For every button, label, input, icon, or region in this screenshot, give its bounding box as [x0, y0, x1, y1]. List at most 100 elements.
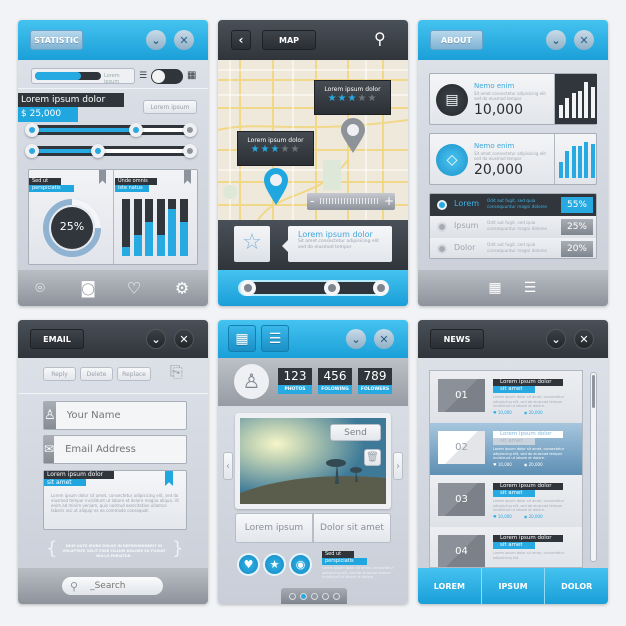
- profile-panel: ▦ ☰ ⌄ ✕ ♙ 123 PHOTOS 456 FOLOWING 789 FOLOWER…: [218, 320, 408, 604]
- close-icon[interactable]: ✕: [174, 329, 194, 349]
- slider-handle[interactable]: [25, 123, 39, 137]
- chevron-down-icon[interactable]: ⌄: [546, 30, 566, 50]
- map-callout[interactable]: Lorem ipsum dolor ★★★★★: [237, 131, 314, 166]
- tab-dolor[interactable]: DOLOR: [545, 568, 608, 604]
- option-row[interactable]: Ipsum Odit aut fugit, sed quia consequunt…: [430, 216, 596, 238]
- avatar[interactable]: ♙: [234, 364, 269, 399]
- page-dot[interactable]: [321, 592, 329, 600]
- tab-lorem[interactable]: LOREM: [418, 568, 482, 604]
- radio-button[interactable]: [437, 200, 447, 210]
- back-button[interactable]: ‹: [231, 30, 251, 50]
- slider-handle[interactable]: [183, 144, 197, 158]
- news-item[interactable]: 01 Lorem ipsum dolor sit amet Lorem ipsum d…: [430, 371, 582, 423]
- range-handle[interactable]: [240, 280, 256, 296]
- favorite-star-button[interactable]: ☆: [234, 226, 270, 262]
- scrollbar-thumb[interactable]: [592, 375, 595, 408]
- tab-ipsum[interactable]: IPSUM: [481, 568, 546, 604]
- camera-icon[interactable]: ◙: [80, 279, 96, 298]
- chevron-down-icon[interactable]: ⌄: [146, 30, 166, 50]
- email-field[interactable]: ✉: [43, 435, 191, 464]
- progress-fill: [35, 72, 82, 80]
- stat-label: FOLOWERS: [358, 385, 392, 394]
- lorem-ipsum-button[interactable]: Lorem ipsum: [235, 513, 313, 543]
- zoom-in-button[interactable]: +: [384, 193, 394, 209]
- paperclip-icon[interactable]: ⎘: [170, 362, 183, 382]
- delete-button[interactable]: Delete: [80, 367, 113, 381]
- reply-button[interactable]: Reply: [43, 367, 76, 381]
- search-icon[interactable]: ⚲: [374, 29, 386, 48]
- about-title-button[interactable]: ABOUT: [430, 30, 483, 50]
- message-title: Lorem ipsum dolor: [44, 471, 114, 479]
- range-handle[interactable]: [324, 280, 340, 296]
- name-input[interactable]: [55, 402, 192, 429]
- close-icon[interactable]: ✕: [174, 30, 194, 50]
- name-field[interactable]: ♙: [43, 401, 192, 430]
- close-icon[interactable]: ✕: [574, 30, 594, 50]
- close-icon[interactable]: ✕: [374, 329, 394, 349]
- statistic-footer: ⌾ ◙ ♡ ⚙: [18, 270, 208, 306]
- send-button[interactable]: Send: [330, 424, 381, 441]
- search-input[interactable]: [90, 581, 151, 591]
- page-dot[interactable]: [288, 592, 296, 600]
- heart-icon[interactable]: ♡: [127, 279, 141, 298]
- chevron-down-icon[interactable]: ⌄: [546, 329, 566, 349]
- eye-button[interactable]: ◉: [289, 553, 312, 576]
- grid-view-button[interactable]: ▦: [228, 325, 256, 352]
- dolor-sit-amet-button[interactable]: Dolor sit amet: [313, 513, 391, 543]
- map-pin-gray[interactable]: [340, 118, 366, 154]
- mini-bar: [571, 145, 576, 178]
- like-button[interactable]: ♥: [237, 553, 260, 576]
- search-icon: ⚲: [70, 579, 79, 593]
- list-icon[interactable]: ☰: [524, 280, 537, 296]
- news-item[interactable]: 04 Lorem ipsum dolor sit amet Lorem ipsum d…: [430, 527, 582, 567]
- lorem-ipsum-button[interactable]: Lorem ipsum: [143, 100, 197, 114]
- option-row[interactable]: Dolor Odit aut fugit, sed quia consequunt…: [430, 238, 596, 258]
- news-item[interactable]: 03 Lorem ipsum dolor sit amet Lorem ipsum d…: [430, 475, 582, 527]
- email-title-button[interactable]: EMAIL: [30, 329, 84, 349]
- page-dot[interactable]: [299, 592, 307, 600]
- range-handle[interactable]: [373, 280, 389, 296]
- news-list: 01 Lorem ipsum dolor sit amet Lorem ipsum d…: [429, 370, 583, 568]
- list-view-button[interactable]: ☰: [261, 325, 289, 352]
- statistic-title-button[interactable]: STATISTIC: [30, 30, 83, 50]
- chevron-down-icon[interactable]: ⌄: [346, 329, 366, 349]
- next-arrow[interactable]: ›: [393, 452, 403, 480]
- bar: [122, 199, 130, 256]
- map-pin-blue[interactable]: [263, 168, 289, 206]
- map-pin-icon[interactable]: ⌾: [35, 278, 45, 298]
- progress-box: Lorem ipsum: [31, 68, 135, 85]
- news-title: Lorem ipsum dolor: [493, 431, 563, 438]
- map-callout[interactable]: Lorem ipsum dolor ★★★★★: [314, 80, 391, 115]
- list-view-icon[interactable]: ☰: [139, 71, 147, 81]
- page-dot[interactable]: [310, 592, 318, 600]
- search-box[interactable]: ⚲: [62, 577, 163, 595]
- range-slider-rest: [103, 149, 185, 153]
- close-icon[interactable]: ✕: [574, 329, 594, 349]
- news-title-button[interactable]: NEWS: [430, 329, 484, 349]
- news-item[interactable]: 02 Lorem ipsum dolor sit amet Lorem ipsum d…: [430, 423, 582, 475]
- replace-button[interactable]: Replace: [117, 367, 151, 381]
- zoom-out-button[interactable]: -: [310, 193, 314, 209]
- email-input[interactable]: [54, 436, 191, 463]
- profile-text: Lorem ipsum dolor sit amet, consectetur …: [322, 566, 394, 579]
- option-row[interactable]: Lorem Odit aut fugit, sed quia consequunt…: [430, 194, 596, 216]
- radio-button[interactable]: [437, 222, 447, 232]
- trash-icon[interactable]: 🗑: [364, 449, 381, 466]
- scrollbar[interactable]: [590, 372, 597, 562]
- star-button[interactable]: ★: [263, 553, 286, 576]
- option-value: 55%: [561, 197, 593, 213]
- range-slider[interactable]: [238, 280, 388, 296]
- page-dot[interactable]: [332, 592, 340, 600]
- previous-arrow[interactable]: ‹: [223, 452, 233, 480]
- grid-view-icon[interactable]: ▦: [187, 70, 196, 81]
- zoom-slider[interactable]: - +: [307, 193, 395, 210]
- radio-button[interactable]: [437, 244, 447, 254]
- map-title-button[interactable]: MAP: [262, 30, 316, 50]
- chevron-down-icon[interactable]: ⌄: [146, 329, 166, 349]
- gear-icon[interactable]: ⚙: [175, 279, 189, 298]
- view-toggle[interactable]: [151, 69, 183, 84]
- slider-handle[interactable]: [183, 123, 197, 137]
- grid-icon[interactable]: ▦: [488, 280, 501, 296]
- mini-bar: [559, 105, 563, 118]
- slider-handle[interactable]: [25, 144, 39, 158]
